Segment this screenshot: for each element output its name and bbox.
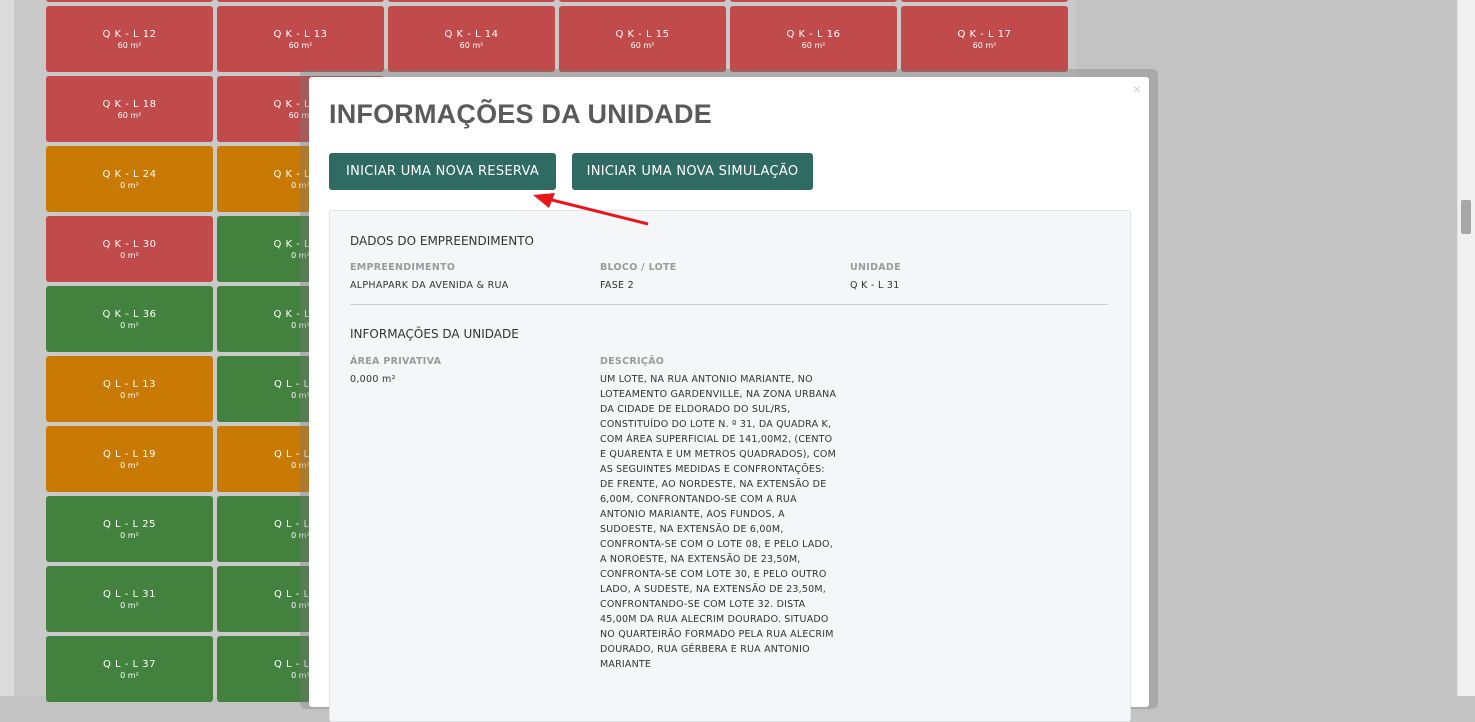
unit-tile-name: Q L - L 13 — [102, 379, 157, 390]
unit-tile-area: 0 m² — [120, 671, 139, 680]
unit-tile[interactable]: Q L - L 37 0 m² — [46, 636, 213, 702]
new-reservation-button[interactable]: INICIAR UMA NOVA RESERVA — [329, 153, 556, 190]
unit-tile-area: 60 m² — [117, 111, 142, 120]
unit-tile-area: 0 m² — [120, 321, 139, 330]
unit-tile-partial[interactable] — [901, 0, 1068, 2]
unit-tile[interactable]: Q K - L 30 0 m² — [46, 216, 213, 282]
unit-tile-area: 0 m² — [120, 251, 139, 260]
unit-tile-name: Q L - L 25 — [102, 519, 157, 530]
description-line: UM LOTE, NA RUA ANTONIO MARIANTE, NO — [600, 374, 813, 385]
unit-tile-area: 60 m² — [117, 41, 142, 50]
unit-tile-name: Q K - L 24 — [102, 169, 157, 180]
unit-tile-name: Q K - L 15 — [615, 29, 670, 40]
value-unidade: Q K - L 31 — [850, 280, 900, 291]
unit-tile-partial[interactable] — [730, 0, 897, 2]
unit-tile-name: Q K - L 30 — [102, 239, 157, 250]
description-line: SUDOESTE, NA EXTENSÃO DE 6,00M, — [600, 524, 784, 535]
unit-tile-area: 0 m² — [120, 531, 139, 540]
description-line: DE FRENTE, AO NORDESTE, NA EXTENSÃO DE — [600, 479, 827, 490]
unit-tile[interactable]: Q K - L 13 60 m² — [217, 6, 384, 72]
description-line: 6,00M, CONFRONTANDO-SE COM A RUA — [600, 494, 797, 505]
unit-tile[interactable]: Q K - L 24 0 m² — [46, 146, 213, 212]
unit-tile-partial[interactable] — [388, 0, 555, 2]
description-line: NO QUARTEIRÃO FORMADO PELA RUA ALECRIM — [600, 629, 834, 640]
unit-tile-name: Q K - L 12 — [102, 29, 157, 40]
description-line: E QUARENTA E UM METROS QUADRADOS), COM — [600, 449, 837, 460]
value-bloco-lote: FASE 2 — [600, 280, 634, 291]
unit-tile[interactable]: Q K - L 14 60 m² — [388, 6, 555, 72]
description-line: 45,00M DA RUA ALECRIM DOURADO. SITUADO — [600, 614, 829, 625]
unit-tile[interactable]: Q K - L 15 60 m² — [559, 6, 726, 72]
unit-tile-area: 60 m² — [288, 41, 313, 50]
description-line: COM ÁREA SUPERFICIAL DE 141,00M2, (CENTO — [600, 434, 833, 445]
description-line: ANTONIO MARIANTE, AOS FUNDOS, A — [600, 509, 785, 520]
unit-tile-area: 60 m² — [459, 41, 484, 50]
description-line: CONSTITUÍDO DO LOTE N. º 31, DA QUADRA K… — [600, 419, 832, 430]
unit-tile-name: Q K - L 18 — [102, 99, 157, 110]
section-divider — [350, 304, 1108, 305]
unit-tile-partial[interactable] — [217, 0, 384, 2]
unit-tile-area: 60 m² — [972, 41, 997, 50]
unit-tile-area: 60 m² — [801, 41, 826, 50]
unit-info-modal: × INFORMAÇÕES DA UNIDADE INICIAR UMA NOV… — [309, 77, 1149, 722]
unit-tile[interactable]: Q K - L 18 60 m² — [46, 76, 213, 142]
section-title-empreendimento: DADOS DO EMPREENDIMENTO — [350, 234, 534, 248]
unit-tile-area: 0 m² — [120, 181, 139, 190]
label-empreendimento: EMPREENDIMENTO — [350, 262, 456, 273]
value-descricao: UM LOTE, NA RUA ANTONIO MARIANTE, NO LOTE… — [600, 372, 850, 672]
description-line: CONFRONTA-SE COM O LOTE 08, E PELO LADO, — [600, 539, 833, 550]
unit-tile-name: Q K - L 16 — [786, 29, 841, 40]
description-line: CONFRONTA-SE COM LOTE 30, E PELO OUTRO — [600, 569, 827, 580]
description-line: DOURADO, RUA GÉRBERA E RUA ANTONIO — [600, 644, 810, 655]
unit-tile-name: Q L - L 31 — [102, 589, 157, 600]
description-line: LOTEAMENTO GARDENVILLE, NA ZONA URBANA — [600, 389, 837, 400]
close-icon[interactable]: × — [1133, 81, 1141, 97]
unit-tile[interactable]: Q K - L 36 0 m² — [46, 286, 213, 352]
label-descricao: DESCRIÇÃO — [600, 356, 665, 367]
value-empreendimento: ALPHAPARK DA AVENIDA & RUA — [350, 280, 509, 291]
label-unidade: UNIDADE — [850, 262, 901, 273]
section-title-unidade: INFORMAÇÕES DA UNIDADE — [350, 327, 519, 341]
unit-tile[interactable]: Q L - L 13 0 m² — [46, 356, 213, 422]
description-line: MARIANTE — [600, 659, 652, 670]
unit-tile-name: Q K - L 36 — [102, 309, 157, 320]
label-area-privativa: ÁREA PRIVATIVA — [350, 356, 442, 367]
value-area-privativa: 0,000 m² — [350, 374, 396, 385]
description-line: AS SEGUINTES MEDIDAS E CONFRONTAÇÕES: — [600, 464, 825, 475]
unit-details-card: DADOS DO EMPREENDIMENTO EMPREENDIMENTO A… — [329, 210, 1131, 722]
unit-tile-name: Q L - L 19 — [102, 449, 157, 460]
unit-tile-partial[interactable] — [559, 0, 726, 2]
label-bloco-lote: BLOCO / LOTE — [600, 262, 677, 273]
unit-tile[interactable]: Q K - L 16 60 m² — [730, 6, 897, 72]
unit-tile-area: 0 m² — [120, 461, 139, 470]
unit-tile-name: Q K - L 14 — [444, 29, 499, 40]
description-line: A NOROESTE, NA EXTENSÃO DE 23,50M, — [600, 554, 801, 565]
page-scrollbar[interactable] — [1457, 0, 1475, 696]
unit-tile[interactable]: Q K - L 12 60 m² — [46, 6, 213, 72]
unit-tile-area: 0 m² — [120, 391, 139, 400]
unit-tile-area: 0 m² — [120, 601, 139, 610]
new-simulation-button[interactable]: INICIAR UMA NOVA SIMULAÇÃO — [572, 153, 813, 190]
unit-tile[interactable]: Q L - L 25 0 m² — [46, 496, 213, 562]
unit-tile[interactable]: Q L - L 31 0 m² — [46, 566, 213, 632]
unit-tile-partial[interactable] — [46, 0, 213, 2]
unit-tile-name: Q L - L 37 — [102, 659, 157, 670]
modal-title: INFORMAÇÕES DA UNIDADE — [329, 99, 712, 129]
description-line: LADO, A SUDESTE, NA EXTENSÃO DE 23,50M, — [600, 584, 827, 595]
unit-tile-name: Q K - L 13 — [273, 29, 328, 40]
unit-tile[interactable]: Q L - L 19 0 m² — [46, 426, 213, 492]
scrollbar-thumb[interactable] — [1461, 200, 1471, 234]
unit-tile[interactable]: Q K - L 17 60 m² — [901, 6, 1068, 72]
unit-tile-name: Q K - L 17 — [957, 29, 1012, 40]
unit-tile-area: 60 m² — [630, 41, 655, 50]
description-line: CONFRONTANDO-SE COM LOTE 32. DISTA — [600, 599, 806, 610]
description-line: DA CIDADE DE ELDORADO DO SUL/RS, — [600, 404, 791, 415]
